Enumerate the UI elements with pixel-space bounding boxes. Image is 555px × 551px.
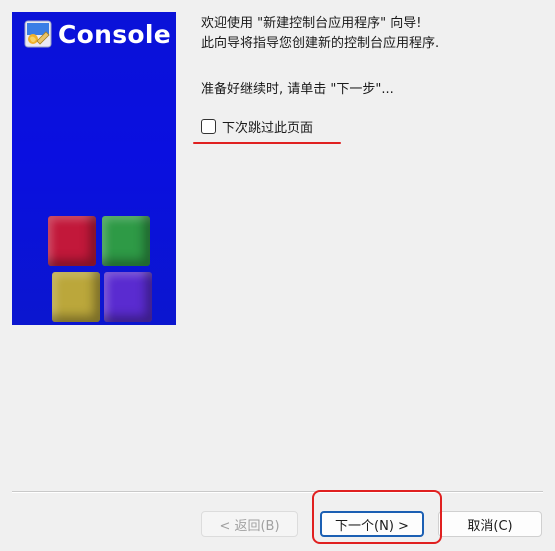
cube-red (48, 216, 96, 266)
welcome-line-2: 此向导将指导您创建新的控制台应用程序. (201, 36, 440, 51)
banner-header: Console (24, 20, 171, 48)
skip-page-checkbox[interactable] (201, 119, 216, 134)
cube-green (102, 216, 150, 266)
welcome-line-1: 欢迎使用 "新建控制台应用程序" 向导! (201, 16, 422, 31)
cube-yellow (52, 272, 100, 322)
skip-page-checkbox-row[interactable]: 下次跳过此页面 (201, 117, 313, 136)
cube-logo (48, 216, 152, 325)
skip-page-label[interactable]: 下次跳过此页面 (222, 117, 313, 136)
back-button[interactable]: < 返回(B) (201, 511, 298, 537)
cube-purple (104, 272, 152, 322)
banner-title: Console (58, 19, 172, 49)
footer-separator (12, 491, 543, 493)
back-button-label: < 返回(B) (219, 518, 280, 534)
wizard-banner: Console (12, 12, 176, 325)
annotation-highlight-box (312, 490, 442, 544)
annotation-underline (193, 142, 341, 144)
cancel-button-label: 取消(C) (467, 518, 513, 534)
paint-palette-icon (24, 20, 52, 48)
ready-instruction: 准备好继续时, 请单击 "下一步"... (201, 82, 394, 97)
cancel-button[interactable]: 取消(C) (438, 511, 542, 537)
welcome-text: 欢迎使用 "新建控制台应用程序" 向导! 此向导将指导您创建新的控制台应用程序. (201, 14, 439, 54)
